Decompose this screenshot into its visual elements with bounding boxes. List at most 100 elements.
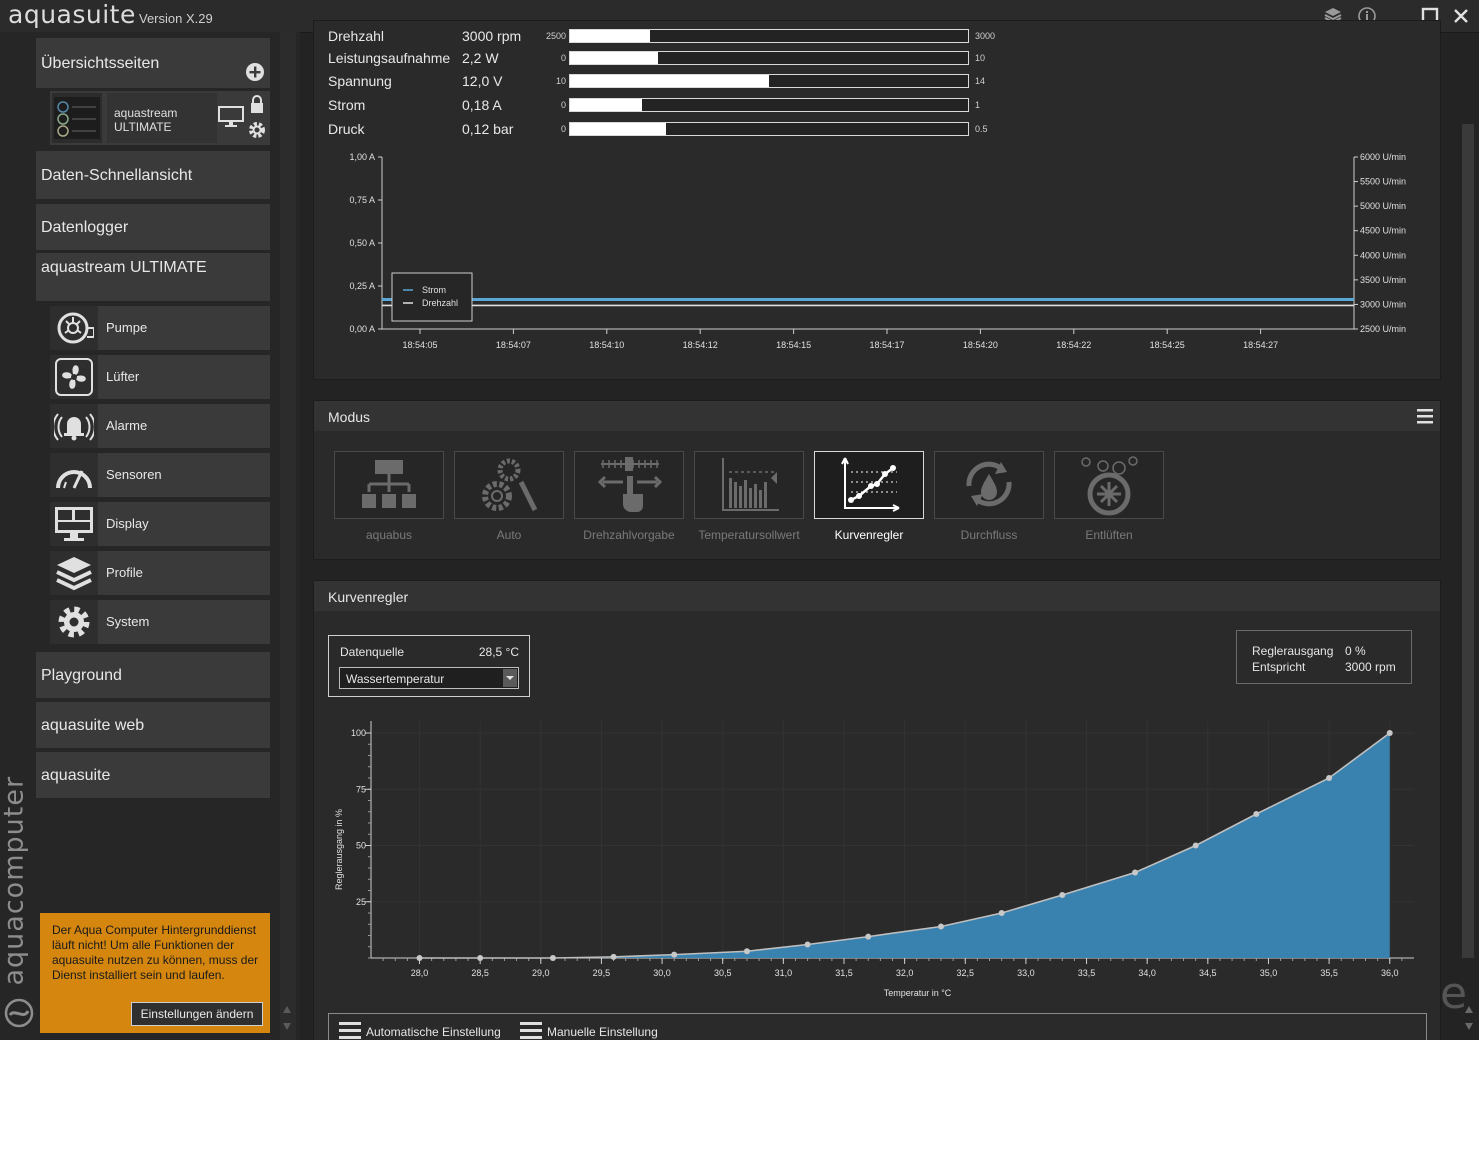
add-icon[interactable] <box>245 62 265 87</box>
sidebar-item-alarme[interactable]: Alarme <box>50 404 270 448</box>
sidebar-item-playground[interactable]: Playground <box>36 652 270 698</box>
curve-point[interactable] <box>549 955 556 961</box>
sidebar-item-profile[interactable]: Profile <box>50 551 270 595</box>
curve-point[interactable] <box>1059 892 1066 898</box>
main-scroll-arrows[interactable] <box>1464 1003 1474 1033</box>
x-tick-label: 33,5 <box>1078 968 1096 978</box>
change-settings-button[interactable]: Einstellungen ändern <box>131 1002 263 1026</box>
stat-label: Drehzahl <box>328 28 385 44</box>
mode-auto-button[interactable] <box>454 451 564 519</box>
network-icon <box>362 460 416 508</box>
x-tick-label: 18:54:25 <box>1150 340 1185 350</box>
sidebar-scroll-track[interactable] <box>280 32 296 1040</box>
aquacomputer-logo-icon <box>4 998 34 1033</box>
x-tick-label: 18:54:10 <box>589 340 624 350</box>
mode-temperatursollwert-button[interactable] <box>694 451 804 519</box>
auto-setting-button[interactable]: Automatische Einstellung <box>366 1025 501 1039</box>
stat-max: 0.5 <box>975 124 988 134</box>
sidebar-item-aquasuite-web[interactable]: aquasuite web <box>36 702 270 748</box>
mode-drehzahlvorgabe-button[interactable] <box>574 451 684 519</box>
x-tick-label: 18:54:15 <box>776 340 811 350</box>
manual-setting-button[interactable]: Manuelle Einstellung <box>547 1025 658 1039</box>
stat-value: 0,18 A <box>462 97 502 113</box>
x-tick-label: 29,5 <box>593 968 611 978</box>
menu-list-icon[interactable] <box>339 1022 361 1040</box>
brand-vertical: aquacomputer <box>0 775 30 986</box>
kurvenregler-title: Kurvenregler <box>328 589 409 605</box>
sidebar-item-sensoren[interactable]: Sensoren <box>50 453 270 497</box>
curve-point[interactable] <box>998 910 1005 916</box>
kurvenregler-panel: Kurvenregler Datenquelle 28,5 °C Wassert… <box>313 580 1441 1040</box>
equivalent-label: Entspricht <box>1252 660 1306 674</box>
sidebar-item-pumpe[interactable]: Pumpe <box>50 306 270 350</box>
left-tick-label: 0,75 A <box>349 195 375 205</box>
right-tick-label: 5500 U/min <box>1360 177 1406 187</box>
x-tick-label: 18:54:05 <box>402 340 437 350</box>
warning-text: Der Aqua Computer Hintergrunddienst läuf… <box>52 923 259 982</box>
curve-point[interactable] <box>1386 730 1393 736</box>
y-tick-label: 75 <box>356 784 366 794</box>
mode-kurvenregler-button[interactable] <box>814 451 924 519</box>
curve-point[interactable] <box>1132 869 1139 876</box>
right-tick-label: 4500 U/min <box>1360 226 1406 236</box>
stat-bar <box>569 122 969 136</box>
hamburger-menu-icon[interactable] <box>1417 409 1433 429</box>
main-scrollbar[interactable] <box>1462 124 1474 958</box>
x-tick-label: 30,5 <box>714 968 732 978</box>
sidebar-item-aquasuite[interactable]: aquasuite <box>36 752 270 798</box>
right-tick-label: 5000 U/min <box>1360 201 1406 211</box>
mode-durchfluss-button[interactable] <box>934 451 1044 519</box>
curve-point[interactable] <box>610 953 617 960</box>
app-window: aquasuite Version X.29 Übersichtsseiten <box>0 0 1479 1040</box>
mode-aquabus-button[interactable] <box>334 451 444 519</box>
curve-chart[interactable]: 28,0 28,5 29,0 29,5 30,0 30,5 31,0 31,5 32,0 32,5… <box>314 711 1440 1001</box>
datasource-box: Datenquelle 28,5 °C Wassertemperatur <box>328 635 530 697</box>
stat-max: 10 <box>975 53 986 63</box>
sidebar-item-device-section[interactable]: aquastream ULTIMATE <box>36 253 270 301</box>
close-icon[interactable] <box>1450 6 1472 28</box>
device-name: aquastream ULTIMATE <box>114 106 177 134</box>
lock-icon[interactable] <box>249 94 265 119</box>
sidebar-item-luefter[interactable]: Lüfter <box>50 355 270 399</box>
sidebar-item-label: Pumpe <box>106 320 148 335</box>
sidebar-item-quick-view[interactable]: Daten-Schnellansicht <box>36 151 270 199</box>
curve-point[interactable] <box>416 955 423 961</box>
sidebar-item-label: Alarme <box>106 418 148 433</box>
menu-list-icon[interactable] <box>520 1022 542 1040</box>
sidebar-scroll-arrows[interactable] <box>282 1003 292 1033</box>
sidebar-item-label: Daten-Schnellansicht <box>41 167 193 184</box>
curve-point[interactable] <box>865 933 872 940</box>
curve-point[interactable] <box>743 948 750 955</box>
x-tick-label: 18:54:20 <box>963 340 998 350</box>
mode-entlueften-button[interactable] <box>1054 451 1164 519</box>
sidebar-item-datalogger[interactable]: Datenlogger <box>36 204 270 250</box>
stat-value: 3000 rpm <box>462 28 522 44</box>
curve-point[interactable] <box>1192 842 1199 849</box>
stat-row: Drehzahl 3000 rpm 2500 3000 <box>314 28 1434 48</box>
x-tick-label: 28,0 <box>411 968 429 978</box>
curve-point[interactable] <box>804 941 811 948</box>
monitor-icon[interactable] <box>218 106 244 133</box>
sidebar-item-display[interactable]: Display <box>50 502 270 546</box>
sidebar-item-system[interactable]: System <box>50 600 270 644</box>
datasource-selected: Wassertemperatur <box>346 672 445 686</box>
stat-bar <box>569 29 969 43</box>
x-axis-label: Temperatur in °C <box>884 988 952 998</box>
datasource-select[interactable]: Wassertemperatur <box>339 667 519 689</box>
curve-point[interactable] <box>1253 811 1260 817</box>
mode-label: aquabus <box>365 528 413 542</box>
stat-min: 2500 <box>545 31 566 41</box>
sidebar-item-label: Lüfter <box>106 369 140 384</box>
curve-point[interactable] <box>477 955 484 961</box>
curve-point[interactable] <box>938 923 945 930</box>
chevron-down-icon[interactable] <box>503 669 517 687</box>
datasource-label: Datenquelle <box>340 645 405 659</box>
flow-icon <box>966 461 1012 507</box>
settings-gear-icon[interactable] <box>247 120 267 145</box>
sidebar-item-overview[interactable]: Übersichtsseiten <box>36 38 270 88</box>
alarm-icon <box>54 413 94 441</box>
device-card[interactable]: aquastream ULTIMATE <box>50 91 270 145</box>
stat-value: 2,2 W <box>462 50 499 66</box>
curve-point[interactable] <box>671 951 678 958</box>
curve-point[interactable] <box>1326 775 1333 781</box>
